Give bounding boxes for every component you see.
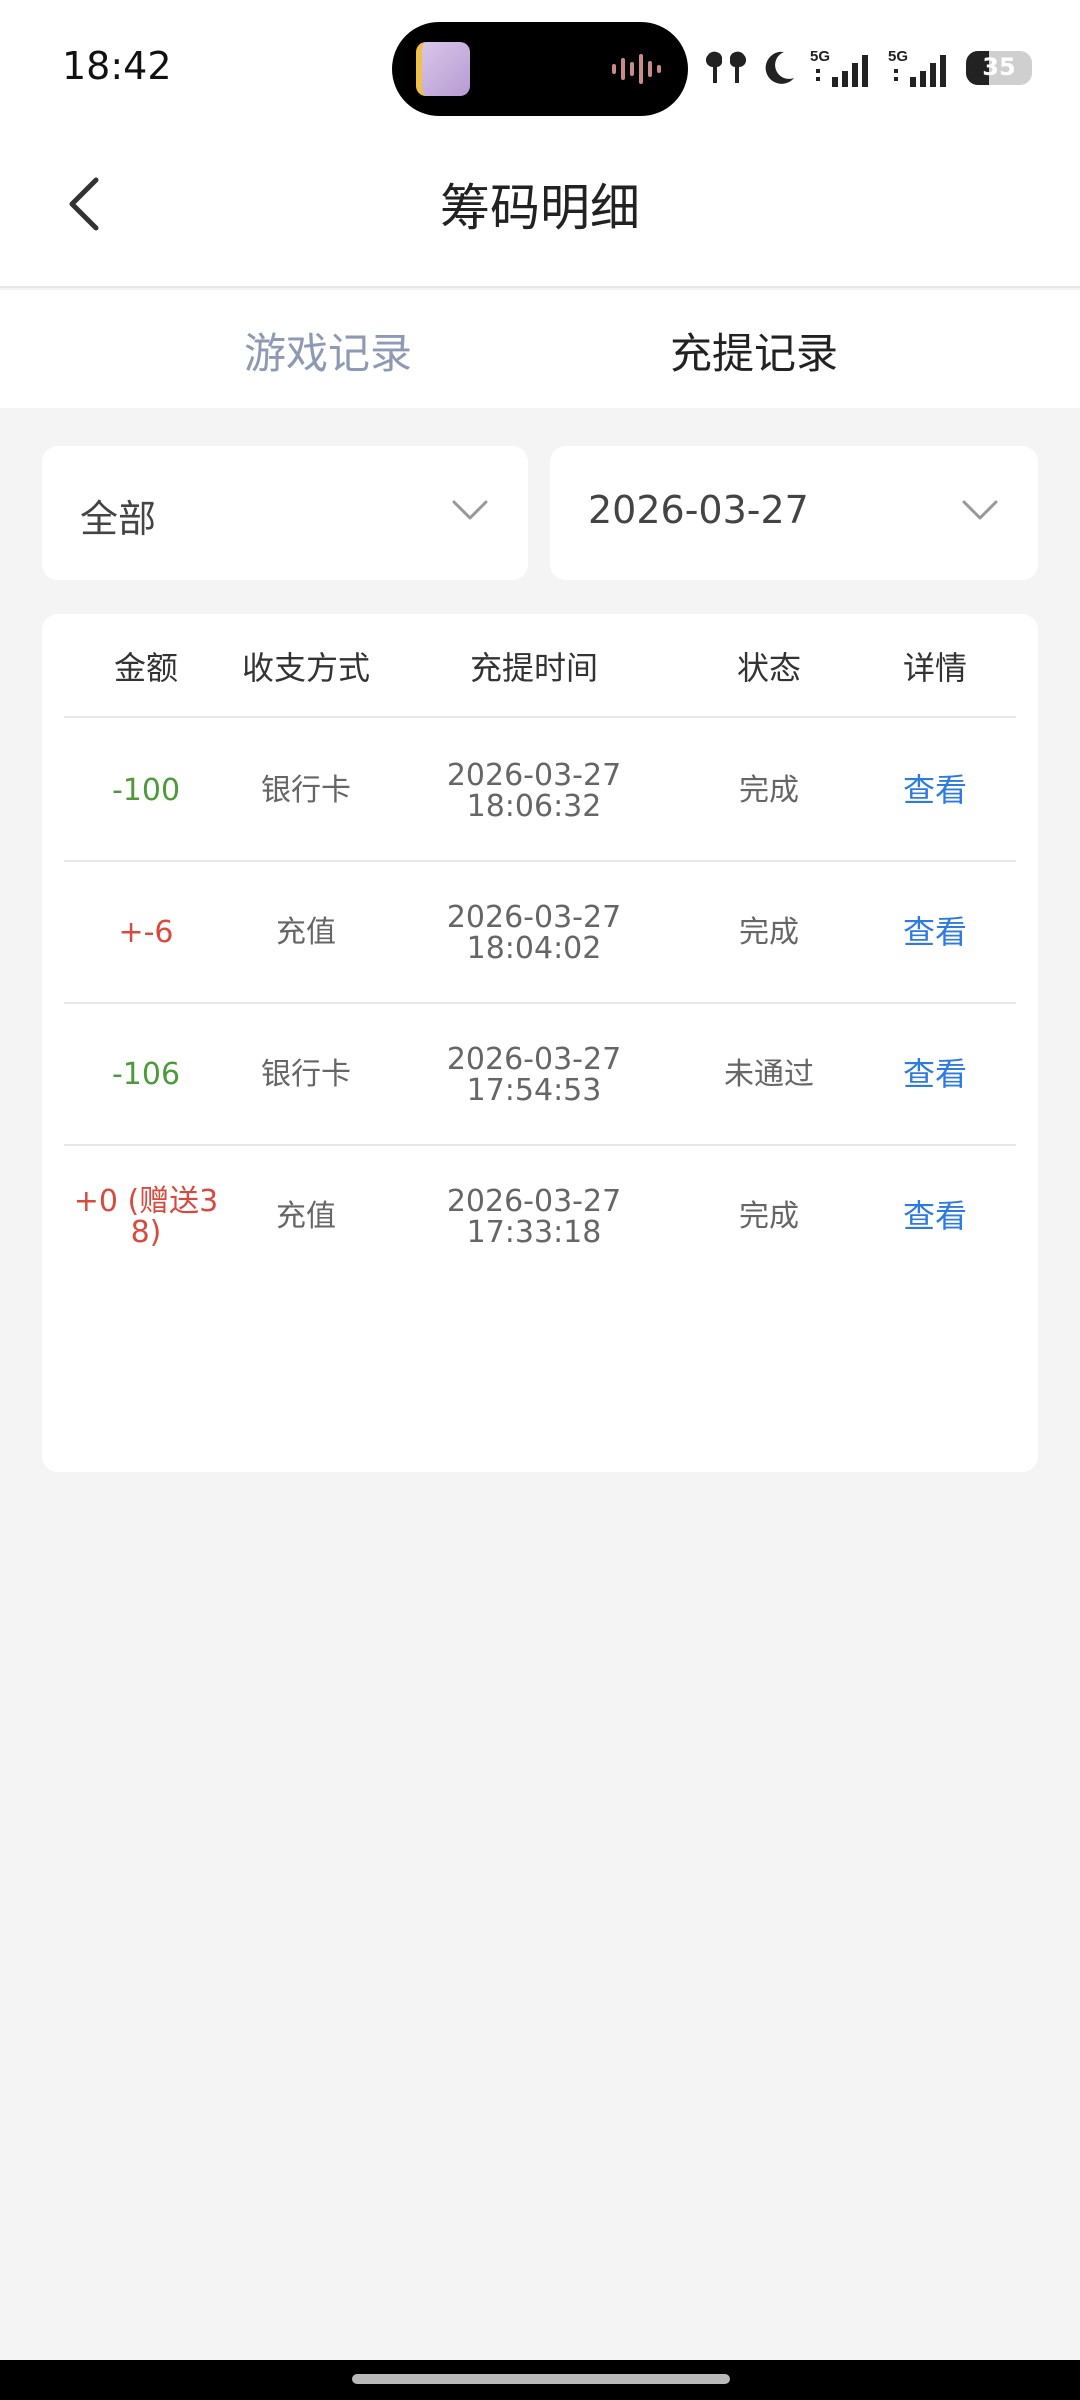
row-amount: +-6 <box>118 915 174 951</box>
svg-text:5G: 5G <box>810 48 830 65</box>
chevron-down-icon <box>962 500 998 520</box>
audio-wave-icon <box>612 54 661 84</box>
row-clock: 18:04:02 <box>466 931 602 966</box>
row-method: 充值 <box>276 915 336 951</box>
app-header: 筹码明细 <box>0 136 1080 288</box>
earbuds-icon <box>705 51 747 83</box>
row-date: 2026-03-27 <box>446 1041 622 1077</box>
row-time: 2026-03-27 18:06:32 <box>384 720 684 862</box>
moon-icon <box>765 51 794 84</box>
row-amount: -100 <box>111 773 181 809</box>
row-date: 2026-03-27 <box>446 899 622 935</box>
row-time: 2026-03-27 17:33:18 <box>384 1146 684 1288</box>
records-table: 金额 收支方式 充提时间 状态 详情 -100 银行卡 2026-03-27 18… <box>42 614 1038 1472</box>
table-row: +0 (赠送3 8) 充值 2026-03-27 17:33:18 完成 查看 <box>64 1146 1016 1288</box>
row-status: 未通过 <box>724 1057 814 1093</box>
date-filter-value: 2026-03-27 <box>588 488 809 532</box>
status-icons: 5G 5G 35 <box>704 46 1032 90</box>
row-amount: -106 <box>111 1057 181 1093</box>
row-method: 银行卡 <box>261 773 351 809</box>
table-header: 金额 收支方式 充提时间 状态 详情 <box>64 614 1016 718</box>
header-detail: 详情 <box>902 649 967 687</box>
row-time: 2026-03-27 18:04:02 <box>384 862 684 1004</box>
status-time: 18:42 <box>62 44 172 88</box>
row-clock: 17:33:18 <box>466 1215 602 1250</box>
row-amount-line2: 8) <box>130 1215 162 1250</box>
chevron-down-icon <box>452 500 488 520</box>
row-method: 银行卡 <box>261 1057 351 1093</box>
table-row: -106 银行卡 2026-03-27 17:54:53 未通过 查看 <box>64 1004 1016 1146</box>
row-clock: 17:54:53 <box>466 1073 602 1108</box>
view-detail-link[interactable]: 查看 <box>854 862 1016 1004</box>
row-status: 完成 <box>739 915 799 951</box>
row-time: 2026-03-27 17:54:53 <box>384 1004 684 1146</box>
row-amount: +0 (赠送3 8) <box>64 1146 228 1288</box>
view-detail-link[interactable]: 查看 <box>854 1146 1016 1288</box>
dynamic-island[interactable] <box>392 22 688 116</box>
chip-detail-page: 18:42 5G 5G 35 筹码明细 游戏记录 充提记录 全部 2026-03… <box>0 0 1080 2400</box>
album-art-icon <box>416 42 470 96</box>
status-bar: 18:42 5G 5G 35 <box>0 0 1080 136</box>
signal-5g-icon: 5G <box>810 48 868 87</box>
header-status: 状态 <box>736 649 801 687</box>
row-amount-line1: +0 (赠送3 <box>73 1183 219 1219</box>
view-detail-link[interactable]: 查看 <box>854 720 1016 862</box>
row-date: 2026-03-27 <box>446 1183 622 1219</box>
type-filter-value: 全部 <box>80 497 157 541</box>
view-detail-link[interactable]: 查看 <box>854 1004 1016 1146</box>
svg-text:5G: 5G <box>888 48 908 65</box>
table-row: +-6 充值 2026-03-27 18:04:02 完成 查看 <box>64 862 1016 1004</box>
signal-5g-icon: 5G <box>888 48 946 87</box>
row-method: 充值 <box>276 1199 336 1235</box>
header-method: 收支方式 <box>241 649 370 687</box>
table-row: -100 银行卡 2026-03-27 18:06:32 完成 查看 <box>64 720 1016 862</box>
date-filter-select[interactable]: 2026-03-27 <box>550 446 1038 580</box>
row-status: 完成 <box>739 773 799 809</box>
record-tabs: 游戏记录 充提记录 <box>0 290 1080 408</box>
header-amount: 金额 <box>113 649 178 687</box>
battery-level: 35 <box>982 53 1016 81</box>
page-title: 筹码明细 <box>440 179 640 237</box>
tab-game-records[interactable]: 游戏记录 <box>244 320 412 381</box>
row-clock: 18:06:32 <box>466 789 602 824</box>
row-status: 完成 <box>739 1199 799 1235</box>
battery-icon: 35 <box>966 51 1032 85</box>
tab-deposit-withdraw-records[interactable]: 充提记录 <box>670 320 838 381</box>
type-filter-select[interactable]: 全部 <box>42 446 528 580</box>
row-date: 2026-03-27 <box>446 757 622 793</box>
home-indicator[interactable] <box>352 2374 730 2384</box>
header-time: 充提时间 <box>469 649 598 687</box>
